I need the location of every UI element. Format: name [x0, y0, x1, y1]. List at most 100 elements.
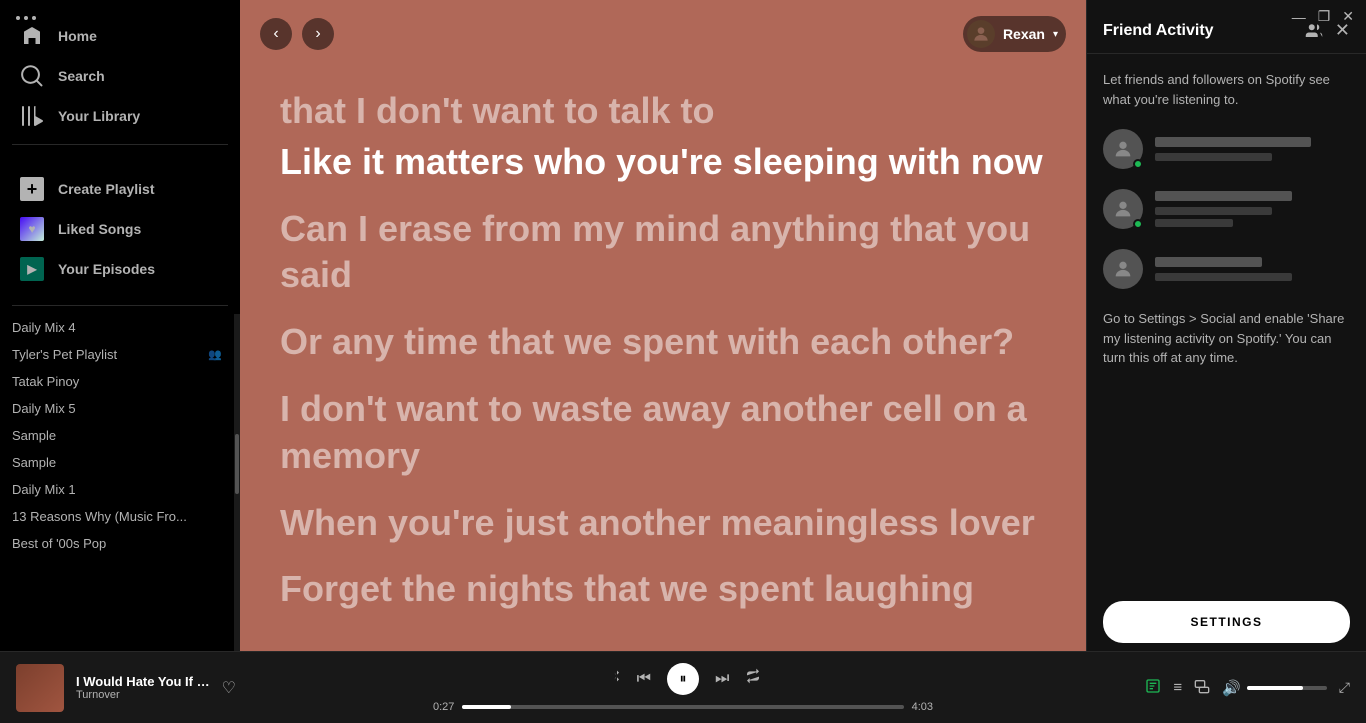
friend-panel-title: Friend Activity: [1103, 22, 1214, 40]
content-area: ‹ › Rexan ▾ that I don't want to talk to…: [240, 0, 1086, 651]
playlist-item-sample1[interactable]: Sample: [0, 422, 234, 449]
player-controls: ⏮ ⏸ ⏭ 0:27 4:03: [252, 663, 1114, 713]
lyric-line-4: Or any time that we spent with each othe…: [280, 319, 1046, 366]
sidebar-search-label: Search: [58, 68, 105, 84]
content-header: ‹ › Rexan ▾: [240, 0, 1086, 68]
pause-button[interactable]: ⏸: [667, 663, 699, 695]
sidebar-library-label: Your Library: [58, 108, 140, 124]
lyric-gap-6: Forget the nights that we spent laughing: [280, 566, 1046, 613]
friend-avatar-3: [1103, 249, 1143, 289]
volume-area: 🔊: [1222, 679, 1327, 697]
playlist-item-daily-mix-1[interactable]: Daily Mix 1: [0, 476, 234, 503]
playlist-item-daily-mix-4[interactable]: Daily Mix 4: [0, 314, 234, 341]
nav-buttons: ‹ ›: [260, 18, 334, 50]
progress-bar-area: 0:27 4:03: [433, 701, 933, 713]
playlist-item-tatak-pinoy[interactable]: Tatak Pinoy: [0, 368, 234, 395]
create-playlist-label: Create Playlist: [58, 181, 155, 197]
window-controls: — ❐ ✕: [1280, 0, 1366, 33]
lyric-line-5: I don't want to waste away another cell …: [280, 386, 1046, 480]
devices-button[interactable]: [1194, 678, 1210, 698]
shuffle-button[interactable]: [605, 668, 621, 689]
sidebar-divider-1: [12, 144, 228, 145]
lyric-gap-3: Or any time that we spent with each othe…: [280, 319, 1046, 366]
track-info: I Would Hate You If I Could Turnover: [76, 674, 210, 701]
friend-name-bar-2: [1155, 191, 1292, 201]
main-layout: Home Search Your Library: [0, 0, 1366, 651]
episodes-icon: ▶: [20, 257, 44, 281]
friend-panel-description: Let friends and followers on Spotify see…: [1103, 70, 1350, 109]
progress-fill: [462, 705, 511, 709]
close-button[interactable]: ✕: [1342, 8, 1354, 25]
friend-name-bar-1: [1155, 137, 1311, 147]
friend-info-1: [1155, 137, 1350, 161]
lyric-gap-1: Like it matters who you're sleeping with…: [280, 139, 1046, 186]
friend-panel-body: Let friends and followers on Spotify see…: [1087, 54, 1366, 593]
home-icon: [20, 24, 44, 48]
forward-button[interactable]: ›: [302, 18, 334, 50]
lyric-line-3: Can I erase from my mind anything that y…: [280, 206, 1046, 300]
sidebar-item-library[interactable]: Your Library: [8, 96, 232, 136]
track-name: I Would Hate You If I Could: [76, 674, 210, 689]
friend-info-2: [1155, 191, 1350, 227]
playlist-item-13-reasons[interactable]: 13 Reasons Why (Music Fro...: [0, 503, 234, 530]
minimize-button[interactable]: —: [1292, 8, 1306, 25]
settings-button[interactable]: SETTINGS: [1103, 601, 1350, 643]
create-playlist-item[interactable]: + Create Playlist: [8, 169, 232, 209]
playlist-item-tylers-pet[interactable]: Tyler's Pet Playlist 👥: [0, 341, 234, 368]
total-time: 4:03: [912, 701, 933, 713]
lyric-line-6: When you're just another meaningless lov…: [280, 500, 1046, 547]
sidebar-divider-2: [12, 305, 228, 306]
heart-icon: ♥: [20, 217, 44, 241]
like-button[interactable]: ♡: [222, 678, 236, 698]
app-menu[interactable]: [16, 16, 36, 20]
next-button[interactable]: ⏭: [715, 670, 729, 688]
current-time: 0:27: [433, 701, 454, 713]
volume-icon[interactable]: 🔊: [1222, 679, 1241, 697]
repeat-button[interactable]: [745, 668, 761, 689]
friend-avatar-2: [1103, 189, 1143, 229]
lyric-line-1: that I don't want to talk to: [280, 88, 1046, 135]
plus-icon: +: [20, 177, 44, 201]
your-episodes-label: Your Episodes: [58, 261, 155, 277]
player-extras: ≡ 🔊 ⤢: [1130, 678, 1350, 698]
sidebar-item-home[interactable]: Home: [8, 16, 232, 56]
friend-item-3: [1103, 249, 1350, 289]
fullscreen-button[interactable]: ⤢: [1339, 679, 1350, 696]
maximize-button[interactable]: ❐: [1318, 8, 1331, 25]
friend-name-bar-3: [1155, 257, 1262, 267]
friend-track-bar-1: [1155, 153, 1272, 161]
now-playing: I Would Hate You If I Could Turnover ♡: [16, 664, 236, 712]
friend-avatar-1: [1103, 129, 1143, 169]
sidebar: Home Search Your Library: [0, 0, 240, 651]
avatar: [967, 20, 995, 48]
friend-track-bar-3: [1155, 273, 1292, 281]
liked-songs-item[interactable]: ♥ Liked Songs: [8, 209, 232, 249]
lyric-gap-4: I don't want to waste away another cell …: [280, 386, 1046, 480]
volume-fill: [1247, 686, 1303, 690]
playlist-item-sample2[interactable]: Sample: [0, 449, 234, 476]
control-buttons: ⏮ ⏸ ⏭: [605, 663, 762, 695]
your-episodes-item[interactable]: ▶ Your Episodes: [8, 249, 232, 289]
online-indicator-2: [1133, 219, 1143, 229]
track-artist: Turnover: [76, 689, 210, 701]
sidebar-nav: Home Search Your Library: [0, 0, 240, 136]
back-button[interactable]: ‹: [260, 18, 292, 50]
friend-track-bar-2: [1155, 207, 1272, 215]
volume-track[interactable]: [1247, 686, 1327, 690]
playlist-list: Daily Mix 4 Tyler's Pet Playlist 👥 Tatak…: [0, 314, 234, 651]
playlist-item-daily-mix-5[interactable]: Daily Mix 5: [0, 395, 234, 422]
sidebar-scroll-area: Daily Mix 4 Tyler's Pet Playlist 👥 Tatak…: [0, 314, 240, 651]
friend-panel-settings-cta: Go to Settings > Social and enable 'Shar…: [1103, 309, 1350, 368]
playlist-item-best-00s[interactable]: Best of '00s Pop: [0, 530, 234, 557]
lyric-line-2: Like it matters who you're sleeping with…: [280, 139, 1046, 186]
sidebar-item-search[interactable]: Search: [8, 56, 232, 96]
progress-track[interactable]: [462, 705, 903, 709]
friend-track-bar-2b: [1155, 219, 1233, 227]
lyrics-button[interactable]: [1145, 678, 1161, 698]
queue-button[interactable]: ≡: [1173, 679, 1182, 696]
previous-button[interactable]: ⏮: [637, 670, 651, 688]
friend-panel: Friend Activity ✕ Let friends and follow…: [1086, 0, 1366, 651]
user-menu-button[interactable]: Rexan ▾: [963, 16, 1066, 52]
lyrics-container: that I don't want to talk to Like it mat…: [240, 68, 1086, 651]
sidebar-actions: + Create Playlist ♥ Liked Songs ▶ Your E…: [0, 153, 240, 297]
